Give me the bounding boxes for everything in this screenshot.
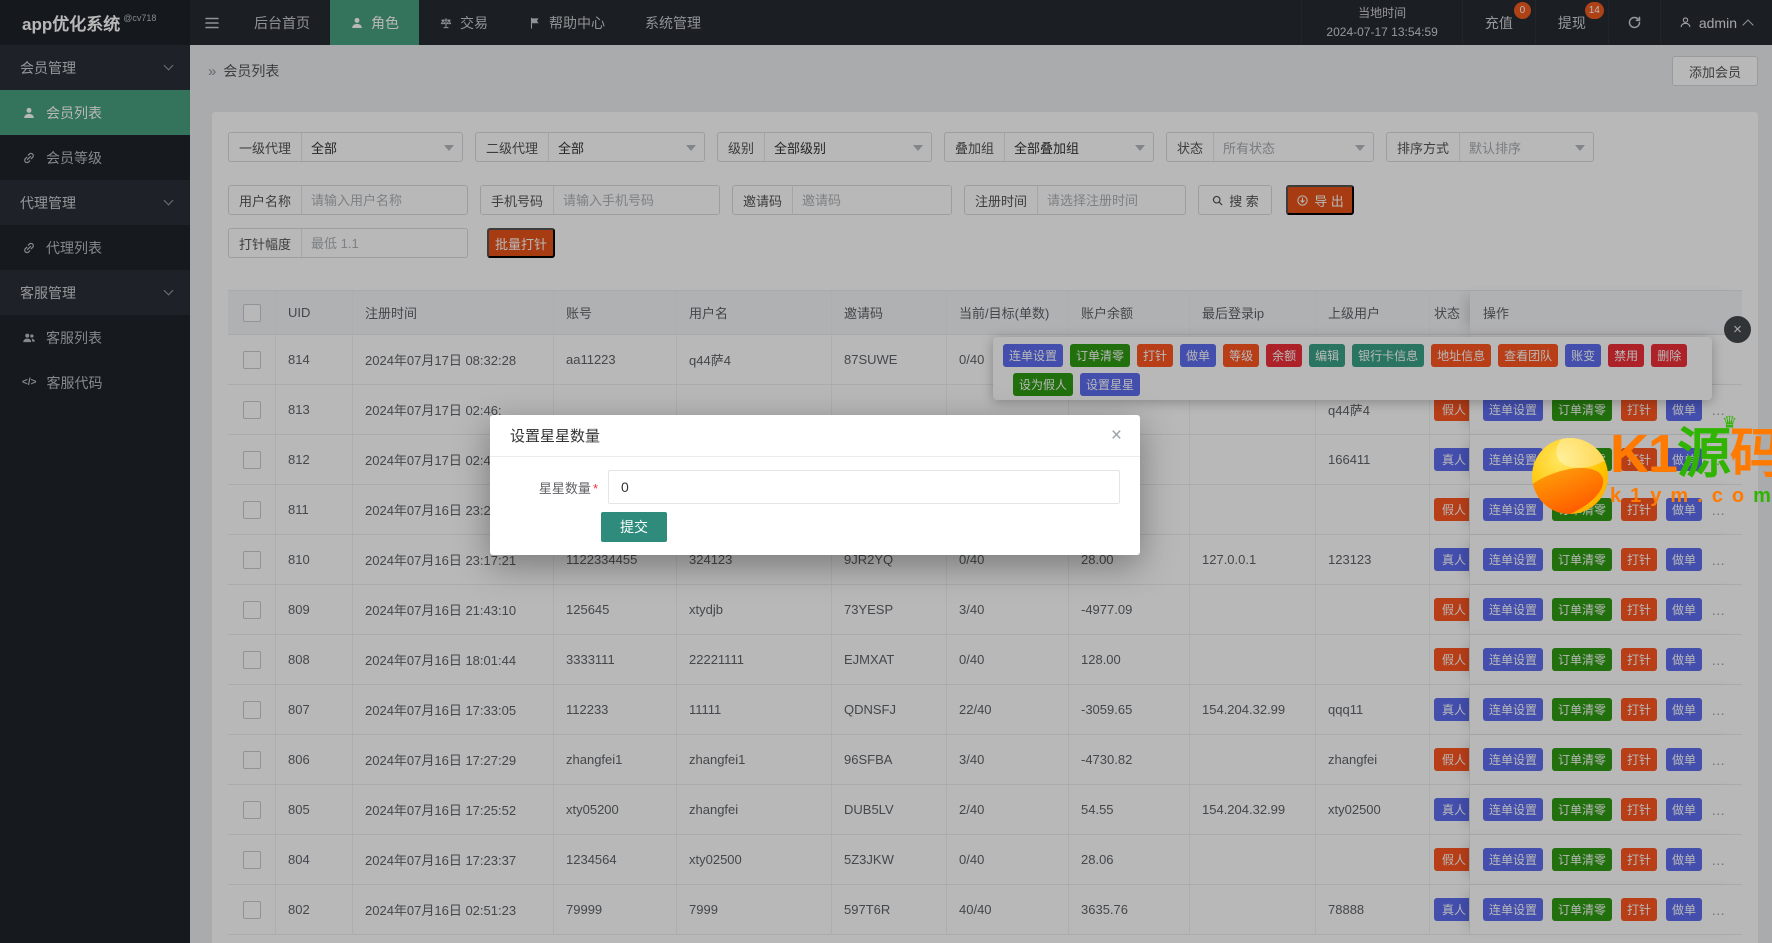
- required-mark: *: [593, 481, 598, 496]
- submit-button[interactable]: 提交: [601, 512, 667, 542]
- modal-body: 星星数量*: [490, 457, 1140, 504]
- stars-count-input[interactable]: [608, 470, 1120, 504]
- modal-close-button[interactable]: ×: [1111, 426, 1122, 445]
- close-icon: ×: [1111, 425, 1122, 446]
- stars-count-label: 星星数量*: [520, 478, 598, 497]
- modal-header: 设置星星数量 ×: [490, 415, 1140, 457]
- modal-title: 设置星星数量: [510, 425, 600, 446]
- set-stars-modal: 设置星星数量 × 星星数量* 提交: [490, 415, 1140, 555]
